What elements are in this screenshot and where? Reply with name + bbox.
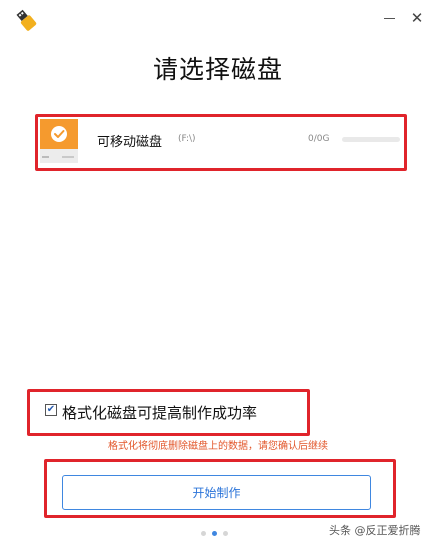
close-icon: ✕ (410, 9, 424, 27)
minimize-button[interactable] (380, 9, 398, 27)
format-checkbox-label[interactable]: 格式化磁盘可提高制作成功率 (62, 402, 257, 423)
checkmark-icon: ✔ (46, 404, 56, 415)
watermark: 头条 @反正爱折腾 (329, 524, 421, 537)
disk-row-highlight[interactable] (35, 114, 407, 171)
close-button[interactable]: ✕ (408, 9, 426, 27)
page-indicator (201, 531, 228, 536)
usb-stick-icon (14, 8, 38, 32)
page-dot[interactable] (201, 531, 206, 536)
format-checkbox[interactable]: ✔ (45, 404, 57, 416)
format-warning: 格式化将彻底删除磁盘上的数据，请您确认后继续 (108, 441, 328, 452)
disk-usage-bar (342, 137, 400, 142)
page-title: 请选择磁盘 (152, 55, 283, 84)
disk-path: (F:\) (178, 134, 196, 144)
start-button[interactable]: 开始制作 (62, 475, 371, 510)
removable-disk-icon (40, 119, 78, 163)
disk-size: 0/0G (308, 134, 330, 144)
page-dot[interactable] (223, 531, 228, 536)
page-dot-active[interactable] (212, 531, 217, 536)
disk-name: 可移动磁盘 (97, 135, 163, 150)
